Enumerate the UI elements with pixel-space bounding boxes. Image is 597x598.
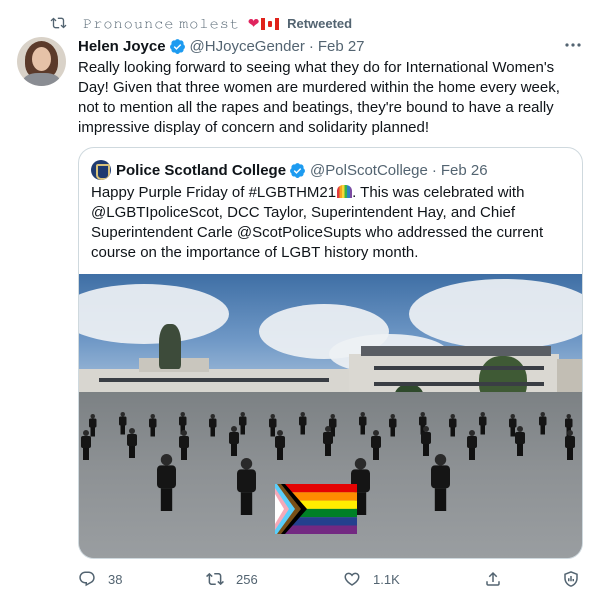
share-button[interactable] [484,568,502,590]
quoted-author-name: Police Scotland College [116,161,287,179]
lgbt-hashflag-icon [337,185,353,198]
more-options-icon[interactable] [563,38,583,52]
quoted-tweet-photo[interactable] [79,274,582,558]
quoted-text-start: Happy Purple Friday of #LGBTHM21 [91,184,337,201]
author-handle[interactable]: @HJoyceGender [190,38,305,55]
reply-icon [79,571,95,587]
tweet-actions: 38 256 1.1K [78,568,583,590]
verified-badge-icon [169,38,185,54]
shield-analytics-icon [564,571,578,587]
quoted-tweet-date: Feb 26 [440,161,488,179]
verified-badge-icon [290,162,305,178]
photo-windows [374,366,544,370]
photo-windows [374,382,544,386]
separator-dot: · [308,37,314,55]
reply-button[interactable]: 38 [78,568,122,590]
tweet-header: Helen Joyce @HJoyceGender · Feb 27 [78,37,365,55]
quoted-author-handle: @PolScotCollege [310,161,428,179]
author-name[interactable]: Helen Joyce [78,38,166,55]
separator-dot: · [431,161,437,179]
retweet-icon [50,17,67,29]
quoted-tweet-text: Happy Purple Friday of #LGBTHM21. This w… [91,183,576,263]
retweet-icon [206,572,224,586]
retweet-button[interactable]: 256 [206,568,258,590]
retweeter-name[interactable]: 𝙿𝚛𝚘𝚗𝚘𝚞𝚗𝚌𝚎 𝚖𝚘𝚕𝚎𝚜𝚝 [83,16,240,31]
photo-windows [99,378,329,382]
quoted-author-avatar [91,160,111,180]
heart-icon [344,572,360,586]
photo-pride-flag [275,484,357,534]
heart-emoji-icon: ❤ [247,15,260,31]
retweeted-text: Retweeted [287,16,353,31]
tweet-analytics-button[interactable] [562,568,580,590]
like-button[interactable]: 1.1K [343,568,400,590]
quoted-tweet[interactable]: Police Scotland College @PolScotCollege … [78,147,583,559]
tweet-text: Really looking forward to seeing what th… [78,59,560,136]
reply-count: 38 [108,571,123,587]
quoted-tweet-header: Police Scotland College @PolScotCollege … [91,160,488,180]
photo-tree [159,324,181,369]
author-avatar[interactable] [17,37,66,86]
share-icon [486,571,500,586]
tweet-date[interactable]: Feb 27 [318,38,365,55]
retweet-label[interactable]: 𝙿𝚛𝚘𝚗𝚘𝚞𝚗𝚌𝚎 𝚖𝚘𝚕𝚎𝚜𝚝 ❤ Retweeted [83,15,352,32]
photo-building-roofline [361,346,551,356]
like-count: 1.1K [373,571,400,587]
retweet-count: 256 [236,571,258,587]
canada-flag-icon [261,18,280,30]
